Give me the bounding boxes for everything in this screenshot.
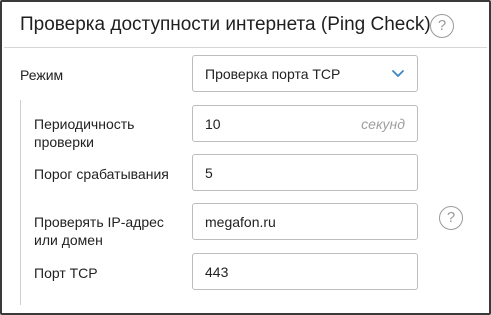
threshold-label: Порог срабатывания: [34, 166, 169, 182]
ping-check-panel: Проверка доступности интернета (Ping Che…: [0, 0, 491, 315]
panel-title: Проверка доступности интернета (Ping Che…: [20, 14, 431, 35]
help-icon[interactable]: ?: [430, 14, 454, 38]
host-value: megafon.ru: [205, 213, 276, 230]
threshold-input[interactable]: 5: [192, 154, 418, 191]
interval-input[interactable]: 10 секунд: [192, 105, 418, 142]
header-divider: [4, 47, 487, 48]
interval-label: Периодичность проверки: [34, 116, 135, 150]
settings-group-bar: [20, 100, 21, 305]
threshold-value: 5: [205, 164, 213, 181]
chevron-down-icon: [392, 70, 404, 77]
interval-value: 10: [205, 115, 221, 132]
host-input[interactable]: megafon.ru: [192, 203, 418, 240]
host-label: Проверять IP-адрес или домен: [34, 214, 164, 248]
mode-select-value: Проверка порта TCP: [205, 65, 341, 82]
port-label: Порт TCP: [34, 265, 98, 281]
mode-select[interactable]: Проверка порта TCP: [192, 55, 418, 92]
mode-label: Режим: [20, 67, 64, 83]
help-icon[interactable]: ?: [439, 206, 463, 230]
port-value: 443: [205, 263, 229, 280]
port-input[interactable]: 443: [192, 253, 418, 290]
interval-unit: секунд: [361, 115, 405, 132]
